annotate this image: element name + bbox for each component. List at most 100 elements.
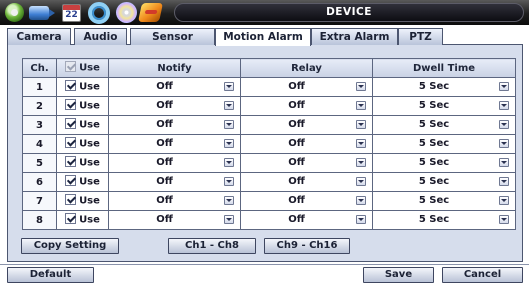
tab-camera[interactable]: Camera	[7, 28, 71, 45]
notify-select[interactable]: Off	[108, 77, 241, 97]
dropdown-arrow-icon[interactable]	[356, 215, 366, 224]
camera-icon[interactable]	[29, 6, 55, 20]
relay-value: Off	[288, 157, 305, 168]
relay-select[interactable]: Off	[240, 210, 373, 230]
use-checkbox[interactable]	[65, 156, 77, 168]
tab-audio[interactable]: Audio	[74, 28, 127, 45]
dropdown-arrow-icon[interactable]	[499, 215, 509, 224]
relay-select[interactable]: Off	[240, 153, 373, 173]
use-cell[interactable]: Use	[56, 115, 109, 135]
col-header-use[interactable]: Use	[56, 58, 109, 78]
tab-ptz[interactable]: PTZ	[398, 28, 443, 45]
table-row: 3 Use Off Off 5 Sec	[22, 115, 516, 135]
dropdown-arrow-icon[interactable]	[224, 101, 234, 110]
dwell-time-select[interactable]: 5 Sec	[372, 96, 516, 116]
use-label: Use	[79, 176, 100, 188]
dropdown-arrow-icon[interactable]	[224, 158, 234, 167]
ch9-ch16-button[interactable]: Ch9 - Ch16	[264, 238, 350, 254]
relay-select[interactable]: Off	[240, 134, 373, 154]
notify-select[interactable]: Off	[108, 134, 241, 154]
dropdown-arrow-icon[interactable]	[356, 196, 366, 205]
dropdown-arrow-icon[interactable]	[224, 196, 234, 205]
cancel-button[interactable]: Cancel	[442, 267, 523, 283]
dropdown-arrow-icon[interactable]	[224, 82, 234, 91]
dropdown-arrow-icon[interactable]	[499, 196, 509, 205]
relay-select[interactable]: Off	[240, 172, 373, 192]
dropdown-arrow-icon[interactable]	[224, 177, 234, 186]
relay-value: Off	[288, 81, 305, 92]
notify-select[interactable]: Off	[108, 96, 241, 116]
system-gear-icon[interactable]	[5, 3, 24, 22]
ch1-ch8-button[interactable]: Ch1 - Ch8	[168, 238, 256, 254]
notify-select[interactable]: Off	[108, 153, 241, 173]
channel-number: 2	[22, 96, 57, 116]
use-all-checkbox[interactable]	[65, 61, 77, 73]
use-cell[interactable]: Use	[56, 172, 109, 192]
calendar-icon[interactable]: 22	[62, 4, 81, 22]
dwell-time-value: 5 Sec	[418, 100, 450, 111]
dropdown-arrow-icon[interactable]	[499, 139, 509, 148]
dwell-time-value: 5 Sec	[418, 119, 450, 130]
use-cell[interactable]: Use	[56, 77, 109, 97]
network-ring-icon[interactable]	[88, 2, 110, 24]
tab-extra-alarm[interactable]: Extra Alarm	[311, 28, 398, 45]
relay-select[interactable]: Off	[240, 115, 373, 135]
dropdown-arrow-icon[interactable]	[499, 120, 509, 129]
notify-value: Off	[156, 138, 173, 149]
copy-setting-button[interactable]: Copy Setting	[21, 238, 119, 254]
channel-number: 7	[22, 191, 57, 211]
dropdown-arrow-icon[interactable]	[356, 158, 366, 167]
notify-select[interactable]: Off	[108, 115, 241, 135]
use-label: Use	[79, 100, 100, 112]
use-checkbox[interactable]	[65, 175, 77, 187]
dropdown-arrow-icon[interactable]	[356, 101, 366, 110]
notify-select[interactable]: Off	[108, 210, 241, 230]
dropdown-arrow-icon[interactable]	[224, 120, 234, 129]
dwell-time-select[interactable]: 5 Sec	[372, 172, 516, 192]
use-checkbox[interactable]	[65, 99, 77, 111]
relay-select[interactable]: Off	[240, 77, 373, 97]
dwell-time-select[interactable]: 5 Sec	[372, 134, 516, 154]
use-checkbox[interactable]	[65, 80, 77, 92]
dwell-time-select[interactable]: 5 Sec	[372, 115, 516, 135]
tools-icon[interactable]	[137, 3, 164, 22]
relay-select[interactable]: Off	[240, 191, 373, 211]
dwell-time-value: 5 Sec	[418, 81, 450, 92]
dwell-time-select[interactable]: 5 Sec	[372, 210, 516, 230]
use-cell[interactable]: Use	[56, 96, 109, 116]
dwell-time-select[interactable]: 5 Sec	[372, 153, 516, 173]
dwell-time-select[interactable]: 5 Sec	[372, 77, 516, 97]
dropdown-arrow-icon[interactable]	[356, 120, 366, 129]
use-checkbox[interactable]	[65, 118, 77, 130]
use-checkbox[interactable]	[65, 213, 77, 225]
dropdown-arrow-icon[interactable]	[356, 177, 366, 186]
use-cell[interactable]: Use	[56, 210, 109, 230]
save-button[interactable]: Save	[363, 267, 434, 283]
use-cell[interactable]: Use	[56, 153, 109, 173]
table-row: 4 Use Off Off 5 Sec	[22, 134, 516, 154]
dropdown-arrow-icon[interactable]	[499, 101, 509, 110]
tab-sensor[interactable]: Sensor	[130, 28, 215, 45]
use-cell[interactable]: Use	[56, 134, 109, 154]
use-cell[interactable]: Use	[56, 191, 109, 211]
dropdown-arrow-icon[interactable]	[499, 177, 509, 186]
dropdown-arrow-icon[interactable]	[356, 82, 366, 91]
use-checkbox[interactable]	[65, 194, 77, 206]
notify-select[interactable]: Off	[108, 172, 241, 192]
dropdown-arrow-icon[interactable]	[224, 139, 234, 148]
tab-motion-alarm[interactable]: Motion Alarm	[215, 28, 311, 46]
relay-value: Off	[288, 195, 305, 206]
channel-number: 5	[22, 153, 57, 173]
table-row: 7 Use Off Off 5 Sec	[22, 191, 516, 211]
notify-select[interactable]: Off	[108, 191, 241, 211]
disc-icon[interactable]	[116, 2, 137, 23]
dropdown-arrow-icon[interactable]	[499, 82, 509, 91]
notify-value: Off	[156, 100, 173, 111]
default-button[interactable]: Default	[7, 267, 94, 283]
relay-select[interactable]: Off	[240, 96, 373, 116]
use-checkbox[interactable]	[65, 137, 77, 149]
dropdown-arrow-icon[interactable]	[356, 139, 366, 148]
dropdown-arrow-icon[interactable]	[224, 215, 234, 224]
dwell-time-select[interactable]: 5 Sec	[372, 191, 516, 211]
dropdown-arrow-icon[interactable]	[499, 158, 509, 167]
